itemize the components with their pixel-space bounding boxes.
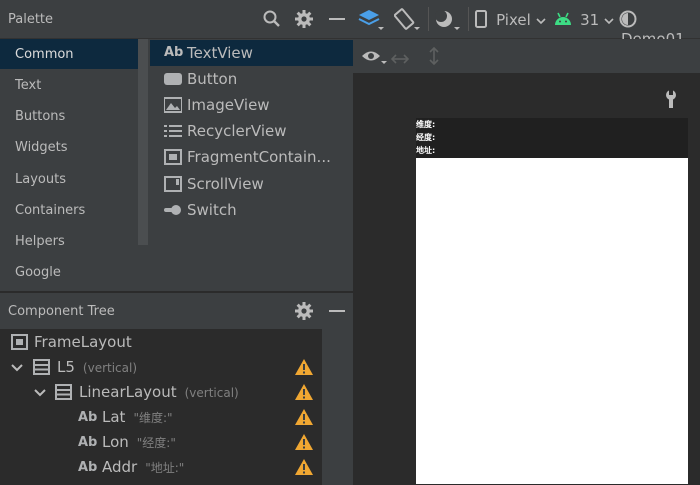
palette-header: Palette: [0, 0, 353, 39]
widget-list: Ab TextView Button ImageView RecyclerVie…: [150, 39, 353, 291]
tree-row-lat[interactable]: Ab Lat "维度:": [0, 405, 322, 430]
tree-row-addr[interactable]: Ab Addr "地址:": [0, 455, 322, 480]
list-icon: [164, 123, 182, 139]
chevron-down-icon: [536, 18, 546, 25]
text-ab-icon: Ab: [78, 460, 98, 475]
warning-icon[interactable]: [295, 434, 313, 450]
orientation-icon[interactable]: [393, 8, 420, 36]
tree-minimize-icon[interactable]: [326, 300, 348, 322]
minimize-icon[interactable]: [326, 8, 348, 30]
category-containers[interactable]: Containers: [0, 195, 148, 225]
vertical-resize-icon[interactable]: [428, 46, 440, 69]
fragment-icon: [164, 149, 182, 165]
phone-icon: [475, 10, 487, 28]
palette-title: Palette: [8, 12, 54, 27]
category-scrollbar[interactable]: [138, 39, 148, 245]
layers-icon[interactable]: [358, 8, 384, 36]
text-ab-icon: Ab: [78, 410, 98, 425]
category-layouts[interactable]: Layouts: [0, 164, 148, 194]
toolbar-divider: [428, 7, 429, 31]
scroll-icon: [164, 176, 182, 192]
button-icon: [164, 71, 182, 87]
switch-icon: [164, 202, 182, 218]
night-mode-icon[interactable]: [434, 8, 460, 36]
view-toolbar: [353, 39, 700, 73]
preview-lon-label: 经度:: [416, 133, 436, 142]
device-menu[interactable]: Pixel: [475, 10, 546, 29]
component-tree-panel: Component Tree FrameLayout L5(vertical): [0, 292, 353, 485]
tree-gear-icon[interactable]: [293, 300, 315, 322]
gear-icon[interactable]: [293, 8, 315, 30]
widget-switch[interactable]: Switch: [150, 197, 353, 223]
eye-icon[interactable]: [361, 48, 387, 70]
frame-layout-icon: [11, 334, 28, 354]
preview-addr-label: 地址:: [416, 146, 436, 155]
design-toolbar: Pixel 31 Demo01: [353, 0, 700, 48]
warning-icon[interactable]: [295, 459, 313, 475]
android-icon: [555, 12, 571, 25]
device-preview[interactable]: 维度: 经度: 地址:: [416, 118, 688, 484]
api-level-menu[interactable]: 31: [554, 10, 614, 29]
image-icon: [163, 97, 183, 113]
wrench-icon[interactable]: [664, 90, 678, 112]
chevron-down-icon[interactable]: [34, 385, 46, 403]
theme-icon: [619, 10, 637, 28]
component-tree: FrameLayout L5 (vertical) LinearLayout (ve…: [0, 329, 322, 485]
linear-layout-icon: [33, 359, 50, 379]
category-common[interactable]: Common: [0, 39, 148, 69]
warning-icon[interactable]: [295, 409, 313, 425]
category-google[interactable]: Google: [0, 257, 148, 287]
tree-row-linearlayout[interactable]: LinearLayout (vertical): [0, 380, 322, 405]
category-buttons[interactable]: Buttons: [0, 101, 148, 131]
chevron-down-icon: [604, 18, 614, 25]
preview-header: 维度: 经度: 地址:: [416, 118, 688, 158]
component-tree-title: Component Tree: [8, 304, 115, 319]
warning-icon[interactable]: [295, 359, 313, 375]
widget-textview[interactable]: Ab TextView: [150, 40, 353, 66]
search-icon[interactable]: [261, 8, 283, 30]
tree-row-l5[interactable]: L5 (vertical): [0, 355, 322, 380]
category-widgets[interactable]: Widgets: [0, 132, 148, 162]
widget-recyclerview[interactable]: RecyclerView: [150, 118, 353, 144]
chevron-down-icon[interactable]: [11, 360, 23, 378]
category-list: Common Text Buttons Widgets Layouts Cont…: [0, 39, 148, 291]
toolbar-divider: [468, 7, 469, 31]
palette-panel: Palette Common Text Buttons Widgets Layo…: [0, 0, 353, 291]
horizontal-resize-icon[interactable]: [390, 50, 410, 69]
text-ab-icon: Ab: [78, 435, 98, 450]
tree-scrollbar-track[interactable]: [322, 329, 353, 485]
linear-layout-icon: [55, 384, 72, 404]
tree-row-framelayout[interactable]: FrameLayout: [0, 330, 322, 355]
warning-icon[interactable]: [295, 384, 313, 400]
widget-imageview[interactable]: ImageView: [150, 92, 353, 118]
widget-button[interactable]: Button: [150, 66, 353, 92]
tree-row-lon[interactable]: Ab Lon "经度:": [0, 430, 322, 455]
component-tree-header: Component Tree: [0, 293, 353, 329]
text-ab-icon: Ab: [164, 45, 184, 60]
category-helpers[interactable]: Helpers: [0, 226, 148, 256]
preview-lat-label: 维度:: [416, 120, 436, 129]
widget-scrollview[interactable]: ScrollView: [150, 171, 353, 197]
category-text[interactable]: Text: [0, 70, 148, 100]
widget-fragmentcontainer[interactable]: FragmentContain...: [150, 144, 353, 170]
